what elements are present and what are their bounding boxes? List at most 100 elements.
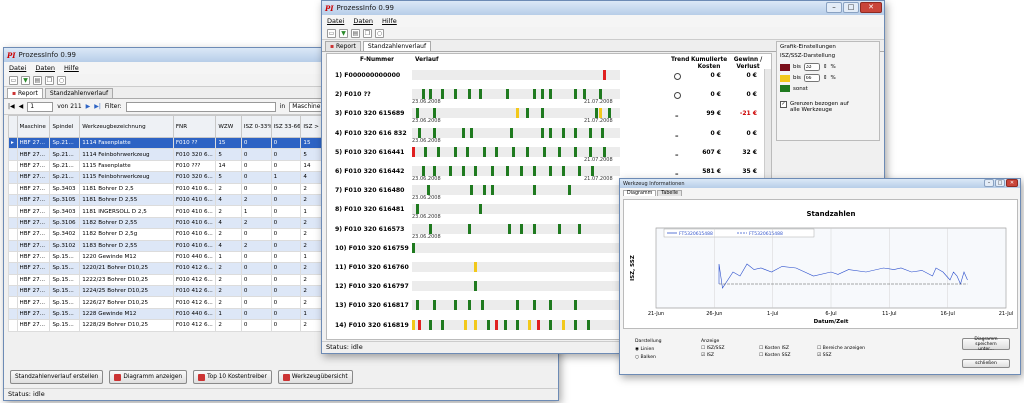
menu-daten[interactable]: Daten — [353, 17, 373, 25]
maximize-icon[interactable]: □ — [843, 2, 859, 13]
filter-input[interactable] — [125, 101, 276, 112]
row-selector[interactable] — [8, 159, 18, 173]
verlauf-row[interactable]: 5) F010 320 616441 21.07.2008 – 607 € 32 € — [327, 146, 787, 167]
row-selector[interactable] — [8, 296, 18, 309]
linien-option[interactable]: ◉ Linien — [635, 347, 685, 352]
lightbulb-icon[interactable]: ○ — [375, 28, 384, 38]
threshold-1-input[interactable] — [803, 63, 820, 71]
row-selector[interactable] — [8, 193, 18, 207]
table-row[interactable]: HBF 27... Sp.15... 1228 Gewinde M12 F010 44… — [8, 307, 327, 321]
row-selector[interactable] — [8, 216, 18, 230]
close-icon[interactable]: ✕ — [1006, 179, 1018, 187]
column-header[interactable]: FNR — [172, 115, 217, 138]
minimize-icon[interactable]: – — [984, 179, 994, 187]
row-selector[interactable] — [8, 239, 18, 252]
diagramm-button[interactable]: Diagramm anzeigen — [109, 370, 188, 384]
last-record-icon[interactable]: ▶| — [94, 103, 101, 110]
table-row[interactable]: HBF 27... Sp.15... 1224/25 Bohrer D10,25 F0… — [8, 285, 327, 298]
tab-report[interactable]: ▪ Report — [7, 88, 43, 98]
first-record-icon[interactable]: |◀ — [8, 103, 15, 110]
row-selector[interactable] — [8, 250, 18, 264]
row-selector[interactable] — [8, 307, 18, 321]
table-row[interactable]: HBF 27... Sp.15... 1228/29 Bohrer D10,25 F0… — [8, 319, 327, 332]
record-input[interactable] — [27, 101, 54, 112]
table-row[interactable]: HBF 27... Sp.15... 1220 Gewinde M12 F010 44… — [8, 250, 327, 264]
anzeige-checkbox[interactable]: ☐ ISZ/SSZ — [701, 346, 759, 351]
werkzeuguebersicht-button[interactable]: Werkzeugübersicht — [277, 370, 353, 384]
copy-icon[interactable]: ❐ — [45, 75, 54, 85]
column-header[interactable]: Werkzeugbezeichnung — [79, 115, 174, 138]
maximize-icon[interactable]: □ — [995, 179, 1005, 187]
row-selector[interactable] — [8, 171, 18, 184]
table-row[interactable]: HBF 27... Sp.15... 1222/23 Bohrer D10,25 F0… — [8, 273, 327, 287]
download-icon[interactable]: ▼ — [339, 28, 348, 38]
menu-datei[interactable]: Datei — [327, 17, 344, 25]
tab-report[interactable]: ▪ Report — [325, 41, 361, 51]
grid-icon[interactable]: ▤ — [33, 75, 42, 85]
menu-datei[interactable]: Datei — [9, 64, 26, 72]
menu-daten[interactable]: Daten — [35, 64, 55, 72]
download-icon[interactable]: ▼ — [21, 75, 30, 85]
spinner-icon[interactable]: ⇕ — [823, 75, 828, 81]
table-row[interactable]: HBF 27... Sp.15... 1220/21 Bohrer D10,25 F0… — [8, 262, 327, 275]
row-selector[interactable] — [8, 148, 18, 161]
table-row[interactable]: HBF 27... Sp.3403 1181 INGERSOLL D 2,5 F010… — [8, 205, 327, 218]
open-icon[interactable]: ▭ — [327, 28, 336, 38]
verlauf-row[interactable]: 4) F010 320 616 832 23.06.2008 – 0 € 0 € — [327, 127, 787, 148]
tab-standzahlenverlauf[interactable]: Standzahlenverlauf — [44, 88, 114, 98]
anzeige-checkbox[interactable]: ☐ Kosten ISZ — [759, 346, 817, 351]
verlauf-row[interactable]: 2) F010 ?? 23.06.2008 21.07.2008 0 € 0 € — [327, 88, 787, 109]
minimize-icon[interactable]: – — [826, 2, 842, 13]
grid-icon[interactable]: ▤ — [351, 28, 360, 38]
red-swatch[interactable] — [780, 63, 790, 71]
column-header[interactable]: WZW — [215, 115, 242, 138]
row-selector[interactable] — [8, 205, 18, 218]
menu-hilfe[interactable]: Hilfe — [64, 64, 79, 72]
top10-button[interactable]: Top 10 Kostentreiber — [193, 370, 272, 384]
anzeige-checkbox[interactable]: ☑ SSZ — [817, 353, 887, 358]
table-row[interactable]: HBF 27... Sp.15... 1226/27 Bohrer D10,25 F0… — [8, 296, 327, 309]
verlauf-row[interactable]: 3) F010 320 615689 23.06.2008 21.07.2008 – 9… — [327, 107, 787, 128]
next-record-icon[interactable]: ▶ — [86, 103, 91, 110]
table-row[interactable]: HBF 27... Sp.21... 1115 Fasenplatte F010 ??… — [8, 159, 327, 173]
menu-hilfe[interactable]: Hilfe — [382, 17, 397, 25]
close-icon[interactable]: ✕ — [860, 2, 882, 13]
table-row[interactable]: ▸ HBF 27... Sp.21... 1114 Fasenplatte F010 ?… — [8, 136, 327, 150]
open-icon[interactable]: ▭ — [9, 75, 18, 85]
row-selector[interactable]: ▸ — [8, 136, 18, 150]
row-selector[interactable] — [8, 273, 18, 287]
green-swatch[interactable] — [780, 85, 790, 92]
table-row[interactable]: HBF 27... Sp.3105 1181 Bohrer D 2,55 F010 4… — [8, 193, 327, 207]
row-selector[interactable] — [8, 228, 18, 241]
anzeige-checkbox[interactable]: ☐ Bereiche anzeigen — [817, 346, 887, 351]
table-row[interactable]: HBF 27... Sp.21... 1115 Feinbohrwerkzeug F0… — [8, 171, 327, 184]
column-header[interactable]: Maschine — [16, 115, 51, 138]
standzahlenverlauf-button[interactable]: Standzahlenverlauf erstellen — [10, 370, 104, 384]
table-row[interactable]: HBF 27... Sp.3403 1181 Bohrer D 2,5 F010 41… — [8, 182, 327, 195]
row-selector[interactable] — [8, 285, 18, 298]
spinner-icon[interactable]: ⇕ — [823, 64, 828, 70]
yellow-swatch[interactable] — [780, 74, 790, 82]
tab-tabelle[interactable]: Tabelle — [657, 190, 682, 196]
row-selector[interactable] — [8, 319, 18, 332]
save-diagram-button[interactable]: Diagramm speichern unter... — [962, 337, 1010, 352]
balken-option[interactable]: ○ Balken — [635, 355, 685, 360]
tab-standzahlenverlauf[interactable]: Standzahlenverlauf — [362, 41, 432, 51]
lightbulb-icon[interactable]: ○ — [57, 75, 66, 85]
grenzen-checkbox[interactable]: ✓ — [780, 101, 787, 108]
row-selector[interactable] — [8, 182, 18, 195]
row-selector[interactable] — [8, 262, 18, 275]
verlauf-row[interactable]: 1) F000000000000 0 € 0 € — [327, 69, 787, 90]
column-header[interactable]: Spindel — [49, 115, 81, 138]
copy-icon[interactable]: ❐ — [363, 28, 372, 38]
table-row[interactable]: HBF 27... Sp.3402 1182 Bohrer D 2,5g F010 4… — [8, 228, 327, 241]
prev-record-icon[interactable]: ◀ — [19, 103, 24, 110]
anzeige-checkbox[interactable]: ☐ Kosten SSZ — [759, 353, 817, 358]
threshold-2-input[interactable] — [803, 74, 820, 82]
close-button[interactable]: schließen — [962, 359, 1010, 368]
column-header[interactable]: ISZ 0-33% — [240, 115, 272, 138]
tab-diagramm[interactable]: Diagramm — [623, 190, 657, 196]
table-row[interactable]: HBF 27... Sp.3106 1182 Bohrer D 2,55 F010 4… — [8, 216, 327, 230]
table-row[interactable]: HBF 27... Sp.3102 1183 Bohrer D 2,55 F010 4… — [8, 239, 327, 252]
column-header[interactable]: ISZ 33-66% — [270, 115, 302, 138]
